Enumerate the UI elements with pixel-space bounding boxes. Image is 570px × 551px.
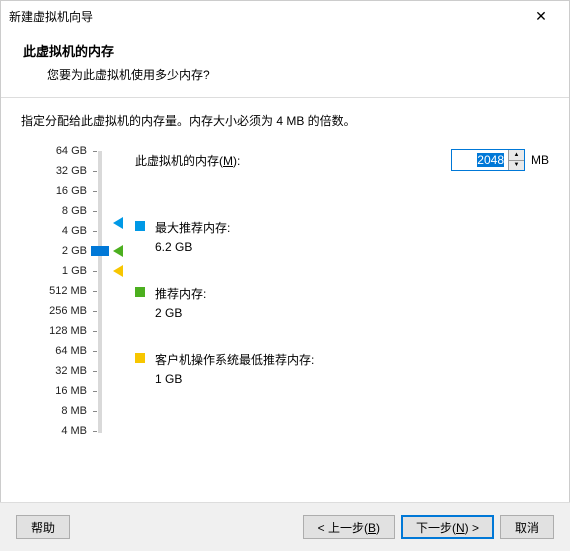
instruction-text: 指定分配给此虚拟机的内存量。内存大小必须为 4 MB 的倍数。 <box>21 112 549 129</box>
slider-tick-label: 64 MB <box>55 345 87 357</box>
recommend-rec-title: 推荐内存: <box>155 285 206 302</box>
slider-tick-label: 16 MB <box>55 385 87 397</box>
recommend-rec-value: 2 GB <box>155 306 206 320</box>
slider-tick-label: 32 GB <box>56 165 87 177</box>
slider-tick-label: 8 MB <box>61 405 87 417</box>
page-subheading: 您要为此虚拟机使用多少内存? <box>47 66 547 83</box>
slider-tick-label: 4 GB <box>62 225 87 237</box>
recommend-max-title: 最大推荐内存: <box>155 219 230 236</box>
recommend-rec-icon <box>135 287 145 297</box>
memory-input[interactable] <box>452 150 508 170</box>
cancel-button[interactable]: 取消 <box>500 515 554 539</box>
slider-tick-label: 8 GB <box>62 205 87 217</box>
memory-unit: MB <box>531 153 549 167</box>
back-button[interactable]: < 上一步(B) <box>303 515 395 539</box>
help-button[interactable]: 帮助 <box>16 515 70 539</box>
page-heading: 此虚拟机的内存 <box>23 41 547 60</box>
slider-tick-label: 16 GB <box>56 185 87 197</box>
slider-tick-label: 32 MB <box>55 365 87 377</box>
next-button[interactable]: 下一步(N) > <box>401 515 494 539</box>
window-title: 新建虚拟机向导 <box>9 8 521 25</box>
recommend-min-value: 1 GB <box>155 372 314 386</box>
memory-slider[interactable]: 64 GB32 GB16 GB8 GB4 GB2 GB1 GB512 MB256… <box>21 149 105 435</box>
memory-label: 此虚拟机的内存(M): <box>135 152 451 169</box>
recommend-min-title: 客户机操作系统最低推荐内存: <box>155 351 314 368</box>
slider-track <box>98 151 102 433</box>
recommend-min: 客户机操作系统最低推荐内存: 1 GB <box>135 351 314 386</box>
recommend-max: 最大推荐内存: 6.2 GB <box>135 219 230 254</box>
recommend-max-value: 6.2 GB <box>155 240 230 254</box>
close-button[interactable]: ✕ <box>521 2 561 30</box>
recommend-max-icon <box>135 221 145 231</box>
slider-tick-label: 64 GB <box>56 145 87 157</box>
slider-tick-label: 4 MB <box>61 425 87 437</box>
recommend-rec: 推荐内存: 2 GB <box>135 285 206 320</box>
slider-tick-label: 2 GB <box>62 245 87 257</box>
recommend-min-icon <box>135 353 145 363</box>
slider-tick-label: 256 MB <box>49 305 87 317</box>
slider-tick-label: 512 MB <box>49 285 87 297</box>
spin-down-button[interactable]: ▼ <box>509 161 524 171</box>
spin-up-button[interactable]: ▲ <box>509 150 524 161</box>
slider-tick-label: 1 GB <box>62 265 87 277</box>
slider-tick-label: 128 MB <box>49 325 87 337</box>
